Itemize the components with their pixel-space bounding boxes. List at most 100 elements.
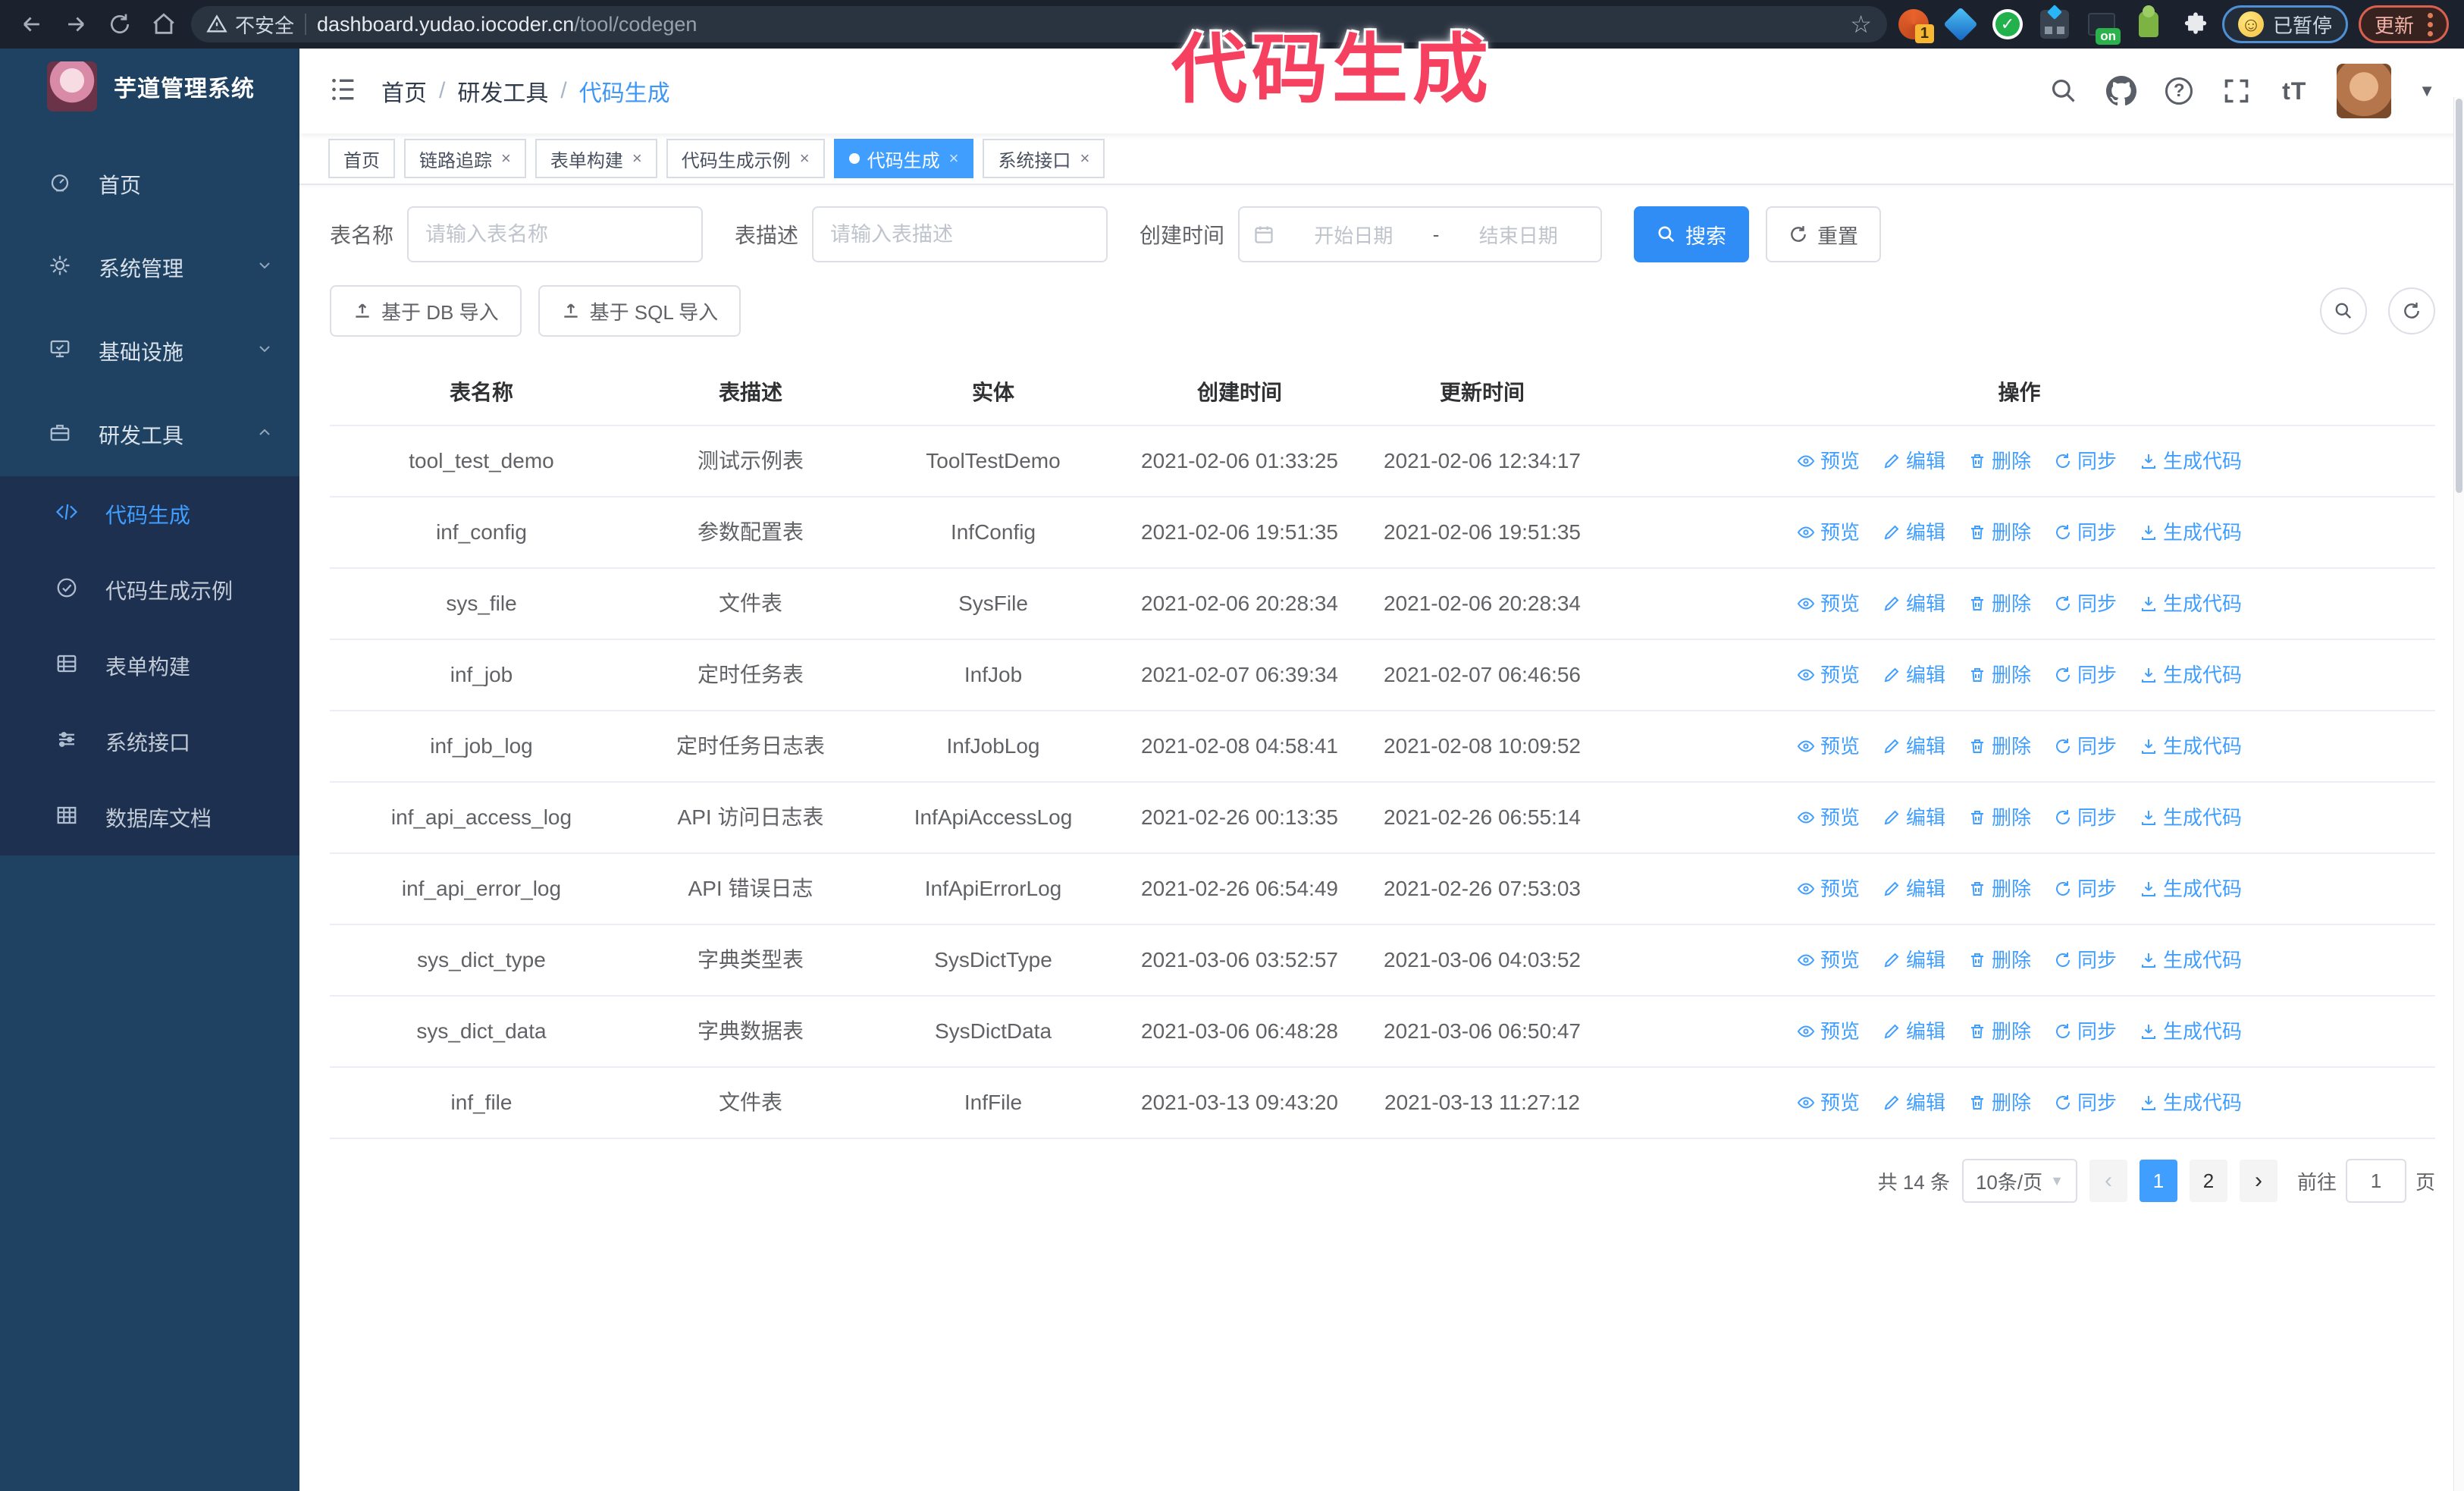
action-sync-link[interactable]: 同步: [2054, 1014, 2117, 1049]
action-delete-link[interactable]: 删除: [1968, 871, 2031, 906]
sidebar-item-infrastructure[interactable]: 基础设施: [0, 309, 299, 393]
browser-reload-button[interactable]: [103, 8, 136, 41]
action-delete-link[interactable]: 删除: [1968, 1085, 2031, 1120]
diamond-extension-icon[interactable]: [1943, 7, 1978, 42]
action-generate-link[interactable]: 生成代码: [2140, 586, 2242, 621]
search-button[interactable]: 搜索: [1634, 206, 1750, 262]
next-page-button[interactable]: ›: [2239, 1160, 2277, 1202]
page-size-select[interactable]: 10条/页 ▼: [1961, 1159, 2077, 1203]
goto-page-input[interactable]: [2345, 1159, 2406, 1203]
action-preview-link[interactable]: 预览: [1797, 1085, 1860, 1120]
action-edit-link[interactable]: 编辑: [1882, 1085, 1945, 1120]
table-name-input[interactable]: [407, 206, 704, 262]
action-edit-link[interactable]: 编辑: [1882, 586, 1945, 621]
action-preview-link[interactable]: 预览: [1797, 1014, 1860, 1049]
breadcrumb-item[interactable]: 首页: [381, 74, 427, 108]
action-edit-link[interactable]: 编辑: [1882, 800, 1945, 835]
paused-badge[interactable]: ☺ 已暂停: [2221, 5, 2348, 43]
sidebar-item-dashboard[interactable]: 首页: [0, 143, 299, 226]
action-generate-link[interactable]: 生成代码: [2140, 658, 2242, 692]
tab-view-2[interactable]: 表单构建 ×: [534, 139, 657, 178]
action-sync-link[interactable]: 同步: [2054, 729, 2117, 764]
reset-button[interactable]: 重置: [1766, 206, 1882, 262]
switch-on-extension-icon[interactable]: on: [2086, 8, 2121, 45]
sidebar-subitem-example[interactable]: 代码生成示例: [0, 552, 299, 628]
action-preview-link[interactable]: 预览: [1797, 800, 1860, 835]
action-delete-link[interactable]: 删除: [1968, 586, 2031, 621]
action-delete-link[interactable]: 删除: [1968, 444, 2031, 479]
tab-view-3[interactable]: 代码生成示例 ×: [666, 139, 825, 178]
action-generate-link[interactable]: 生成代码: [2140, 729, 2242, 764]
browser-forward-button[interactable]: [59, 8, 92, 41]
action-sync-link[interactable]: 同步: [2054, 658, 2117, 692]
help-button[interactable]: ?: [2164, 76, 2194, 106]
sidebar-subitem-code[interactable]: 代码生成: [0, 476, 299, 552]
action-edit-link[interactable]: 编辑: [1882, 871, 1945, 906]
action-sync-link[interactable]: 同步: [2054, 800, 2117, 835]
security-warning[interactable]: 不安全: [206, 11, 294, 39]
user-avatar[interactable]: [2337, 64, 2392, 118]
sidebar-subitem-database-doc[interactable]: 数据库文档: [0, 780, 299, 855]
action-sync-link[interactable]: 同步: [2054, 586, 2117, 621]
page-button-2[interactable]: 2: [2189, 1160, 2227, 1202]
breadcrumb-item[interactable]: 研发工具: [457, 74, 548, 108]
action-sync-link[interactable]: 同步: [2054, 871, 2117, 906]
action-edit-link[interactable]: 编辑: [1882, 515, 1945, 550]
action-sync-link[interactable]: 同步: [2054, 444, 2117, 479]
close-icon[interactable]: ×: [632, 149, 642, 168]
robot-extension-icon[interactable]: [2133, 5, 2165, 40]
sidebar-subitem-api[interactable]: 系统接口: [0, 704, 299, 780]
action-edit-link[interactable]: 编辑: [1882, 943, 1945, 978]
action-sync-link[interactable]: 同步: [2054, 515, 2117, 550]
address-bar[interactable]: 不安全 dashboard.yudao.iocoder.cn/tool/code…: [191, 6, 1887, 42]
action-edit-link[interactable]: 编辑: [1882, 1014, 1945, 1049]
green-check-extension-icon[interactable]: ✓: [1992, 8, 2024, 40]
font-size-button[interactable]: tT: [2279, 76, 2309, 106]
header-search-button[interactable]: [2049, 76, 2079, 106]
browser-back-button[interactable]: [15, 8, 49, 41]
tab-home[interactable]: 首页: [328, 139, 395, 178]
github-link[interactable]: [2106, 76, 2137, 106]
window-scrollbar[interactable]: [2453, 97, 2464, 1491]
action-edit-link[interactable]: 编辑: [1882, 729, 1945, 764]
action-delete-link[interactable]: 删除: [1968, 729, 2031, 764]
action-sync-link[interactable]: 同步: [2054, 1085, 2117, 1120]
table-desc-input[interactable]: [812, 206, 1108, 262]
action-preview-link[interactable]: 预览: [1797, 729, 1860, 764]
toggle-search-button[interactable]: [2320, 287, 2367, 334]
refresh-table-button[interactable]: [2388, 287, 2435, 334]
action-delete-link[interactable]: 删除: [1968, 658, 2031, 692]
action-generate-link[interactable]: 生成代码: [2140, 1014, 2242, 1049]
sql-import-button[interactable]: 基于 SQL 导入: [538, 285, 741, 337]
action-generate-link[interactable]: 生成代码: [2140, 1085, 2242, 1120]
action-preview-link[interactable]: 预览: [1797, 658, 1860, 692]
avatar-caret-icon[interactable]: ▼: [2419, 81, 2435, 101]
sidebar-item-devtools[interactable]: 研发工具: [0, 393, 299, 476]
bookmark-star-icon[interactable]: ☆: [1850, 10, 1872, 39]
prev-page-button[interactable]: ‹: [2089, 1160, 2127, 1202]
action-preview-link[interactable]: 预览: [1797, 943, 1860, 978]
fullscreen-button[interactable]: [2221, 76, 2252, 106]
db-import-button[interactable]: 基于 DB 导入: [330, 285, 522, 337]
action-generate-link[interactable]: 生成代码: [2140, 444, 2242, 479]
action-delete-link[interactable]: 删除: [1968, 943, 2031, 978]
action-preview-link[interactable]: 预览: [1797, 871, 1860, 906]
close-icon[interactable]: ×: [800, 149, 810, 168]
app-logo[interactable]: 芋道管理系统: [0, 49, 299, 124]
sidebar-toggle-button[interactable]: [328, 74, 362, 108]
action-delete-link[interactable]: 删除: [1968, 1014, 2031, 1049]
sidebar-item-gear[interactable]: 系统管理: [0, 226, 299, 309]
action-edit-link[interactable]: 编辑: [1882, 658, 1945, 692]
action-edit-link[interactable]: 编辑: [1882, 444, 1945, 479]
action-sync-link[interactable]: 同步: [2054, 943, 2117, 978]
sidebar-subitem-form-build[interactable]: 表单构建: [0, 628, 299, 704]
action-generate-link[interactable]: 生成代码: [2140, 515, 2242, 550]
update-button[interactable]: 更新: [2358, 5, 2449, 43]
tampermonkey-extension-icon[interactable]: 1: [1898, 8, 1934, 43]
action-preview-link[interactable]: 预览: [1797, 586, 1860, 621]
action-preview-link[interactable]: 预览: [1797, 444, 1860, 479]
tab-view-1[interactable]: 链路追踪 ×: [404, 139, 526, 178]
action-generate-link[interactable]: 生成代码: [2140, 943, 2242, 978]
kebab-menu-icon[interactable]: [2428, 12, 2433, 36]
action-generate-link[interactable]: 生成代码: [2140, 871, 2242, 906]
